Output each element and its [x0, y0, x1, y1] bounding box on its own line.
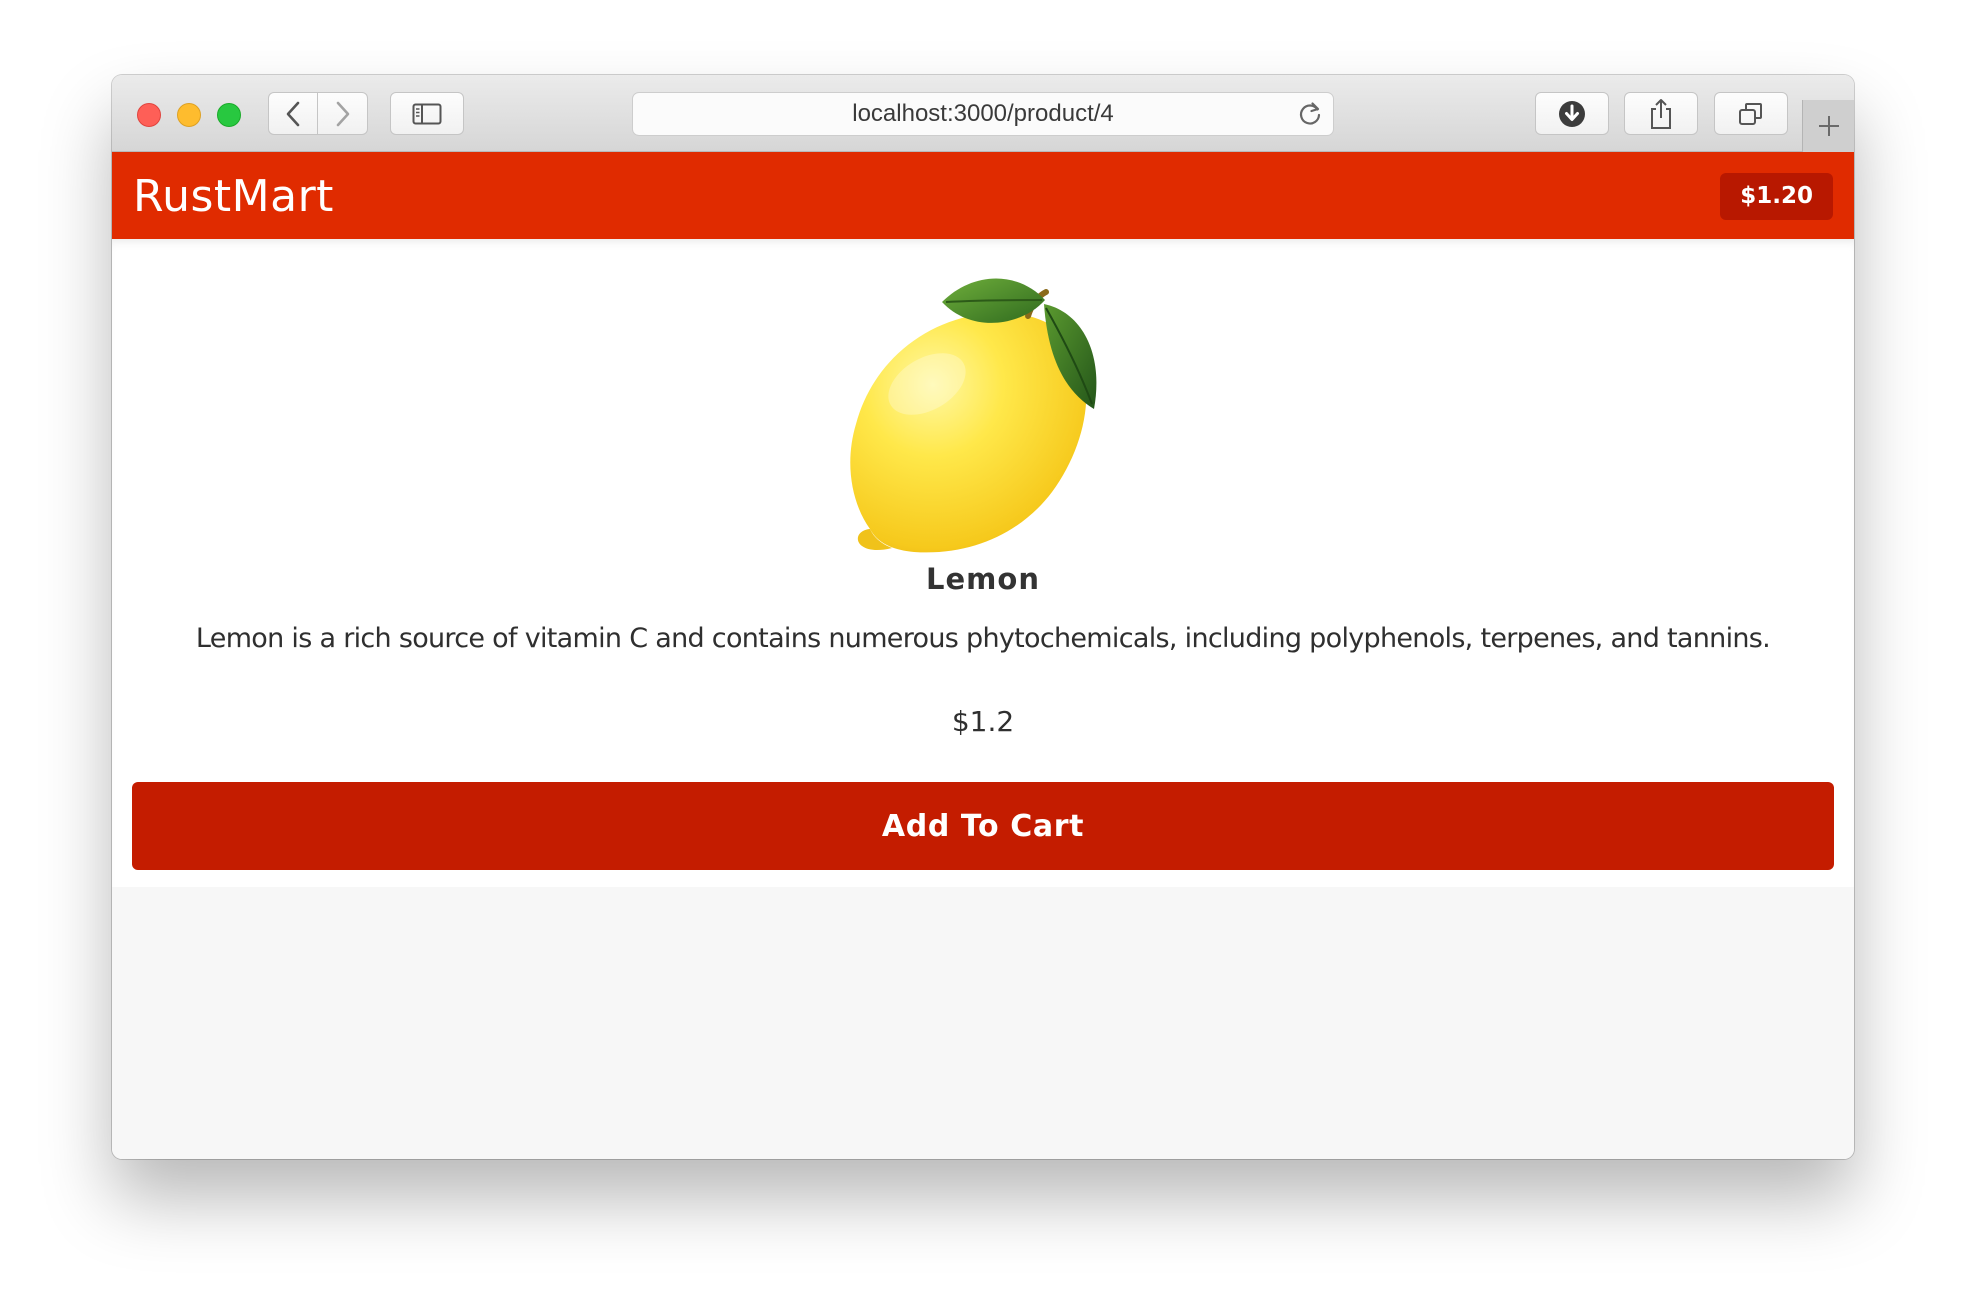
url-text: localhost:3000/product/4 [852, 100, 1114, 127]
cart-total-badge[interactable]: $1.20 [1720, 173, 1833, 220]
product-price: $1.2 [951, 705, 1015, 738]
close-window-button[interactable] [137, 103, 161, 127]
product-description: Lemon is a rich source of vitamin C and … [195, 623, 1771, 654]
sidebar-icon [412, 103, 442, 124]
page-content: RustMart $1.20 Lemon Lemon is a rich sou… [112, 152, 1854, 1159]
chevron-right-icon [336, 101, 349, 126]
brand-logo[interactable]: RustMart [133, 152, 334, 241]
plus-icon [1818, 116, 1839, 136]
minimize-window-button[interactable] [177, 103, 201, 127]
product-card: Lemon Lemon is a rich source of vitamin … [112, 239, 1854, 887]
forward-button[interactable] [318, 92, 368, 135]
new-tab-button[interactable] [1802, 100, 1854, 152]
browser-window: localhost:3000/product/4 RustMart $1.20 … [112, 75, 1854, 1159]
zoom-window-button[interactable] [217, 103, 241, 127]
address-bar[interactable]: localhost:3000/product/4 [632, 92, 1334, 136]
back-button[interactable] [268, 92, 318, 135]
browser-toolbar: localhost:3000/product/4 [112, 75, 1854, 152]
lemon-image [850, 278, 1097, 553]
share-button[interactable] [1624, 92, 1698, 135]
add-to-cart-button[interactable]: Add To Cart [132, 782, 1834, 870]
product-name: Lemon [926, 562, 1040, 596]
navbar: RustMart $1.20 [112, 152, 1854, 239]
share-icon [1651, 98, 1671, 129]
show-tabs-button[interactable] [1714, 92, 1788, 135]
downloads-button[interactable] [1535, 92, 1609, 135]
download-icon [1559, 100, 1585, 127]
reload-icon[interactable] [1297, 101, 1323, 127]
chevron-left-icon [286, 101, 300, 126]
tabs-icon [1739, 102, 1762, 125]
sidebar-toggle-button[interactable] [390, 92, 464, 135]
